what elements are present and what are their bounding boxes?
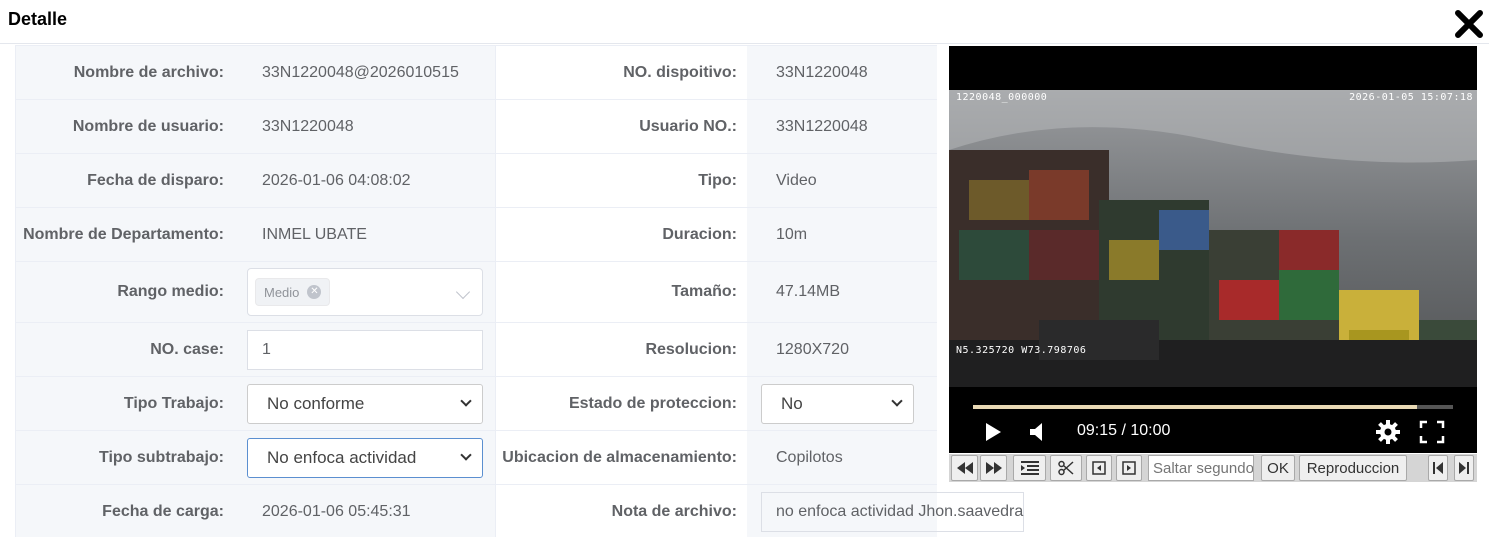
detail-row: Nombre de archivo: 33N1220048@2026010515…: [15, 46, 937, 100]
size-label: Tamaño:: [496, 262, 747, 322]
prev-frame-icon: [1092, 461, 1106, 475]
skip-end-icon: [1459, 462, 1469, 474]
user-no-label: Usuario NO.:: [496, 100, 747, 153]
media-range-tag-label: Medio: [264, 284, 300, 300]
user-name-value: 33N1220048: [234, 100, 496, 153]
dialog-header: Detalle: [0, 0, 1489, 44]
file-note-cell: no enfoca actividad Jhon.saavedra: [747, 485, 1025, 537]
chevron-down-icon: [891, 394, 903, 407]
storage-location-value: Copilotos: [747, 431, 937, 484]
work-type-label: Tipo Trabajo:: [15, 377, 234, 430]
protection-status-label: Estado de proteccion:: [496, 377, 747, 430]
department-value: INMEL UBATE: [234, 208, 496, 261]
prev-frame-button[interactable]: [1086, 455, 1112, 481]
work-type-cell: No conforme: [234, 377, 496, 430]
volume-muted-icon[interactable]: [1029, 422, 1047, 442]
trigger-date-value: 2026-01-06 04:08:02: [234, 154, 496, 207]
duration-label: Duracion:: [496, 208, 747, 261]
osd-gps: N5.325720 W73.798706: [956, 345, 1087, 356]
upload-date-value: 2026-01-06 05:45:31: [234, 485, 496, 537]
skip-start-icon: [1433, 462, 1443, 474]
tag-remove-icon[interactable]: ✕: [307, 285, 322, 299]
file-name-value: 33N1220048@2026010515: [234, 46, 496, 99]
file-name-label: Nombre de archivo:: [15, 46, 234, 99]
rewind-button[interactable]: [951, 455, 978, 481]
resolution-value: 1280X720: [747, 323, 937, 376]
media-range-cell: Medio ✕: [234, 262, 496, 322]
media-range-select[interactable]: Medio ✕: [247, 268, 483, 316]
gear-icon[interactable]: [1375, 419, 1401, 445]
play-icon[interactable]: [984, 422, 1002, 442]
list-button[interactable]: [1013, 455, 1046, 481]
next-frame-icon: [1122, 461, 1136, 475]
size-value: 47.14MB: [747, 262, 937, 322]
detail-form: Nombre de archivo: 33N1220048@2026010515…: [15, 45, 1025, 537]
work-subtype-label: Tipo subtrabajo:: [15, 431, 234, 484]
osd-timestamp: 2026-01-05 15:07:18: [1349, 92, 1473, 103]
work-type-select[interactable]: No conforme: [247, 383, 483, 424]
chevron-down-icon: [460, 394, 472, 407]
protection-status-cell: No: [747, 377, 937, 430]
detail-row: Tipo subtrabajo: No enfoca actividad Ubi…: [15, 431, 937, 485]
detail-row: Rango medio: Medio ✕ Tamaño: 47.14MB: [15, 262, 937, 323]
protection-status-selected: No: [781, 393, 803, 413]
detail-row: Fecha de carga: 2026-01-06 05:45:31 Nota…: [15, 485, 1025, 537]
case-no-label: NO. case:: [15, 323, 234, 376]
storage-location-label: Ubicacion de almacenamiento:: [496, 431, 747, 484]
player-toolbar: OK Reproduccion: [949, 454, 1477, 482]
detail-row: Nombre de Departamento: INMEL UBATE Dura…: [15, 208, 937, 262]
scissors-icon: [1058, 460, 1074, 476]
detail-row: Fecha de disparo: 2026-01-06 04:08:02 Ti…: [15, 154, 937, 208]
chevron-down-icon: [455, 284, 471, 300]
seek-seconds-input[interactable]: [1148, 455, 1254, 481]
osd-camera-id: 1220048_000000: [956, 92, 1048, 103]
media-range-tag: Medio ✕: [255, 278, 331, 306]
playback-button[interactable]: Reproduccion: [1299, 455, 1407, 481]
dialog-title: Detalle: [8, 9, 68, 29]
trigger-date-label: Fecha de disparo:: [15, 154, 234, 207]
video-frame: 1220048_000000 2026-01-05 15:07:18 N5.32…: [949, 90, 1477, 387]
resolution-label: Resolucion:: [496, 323, 747, 376]
chevron-down-icon: [460, 448, 472, 461]
upload-date-label: Fecha de carga:: [15, 485, 234, 537]
next-frame-button[interactable]: [1116, 455, 1142, 481]
list-indent-icon: [1020, 461, 1039, 475]
skip-end-button[interactable]: [1454, 455, 1474, 481]
ok-button[interactable]: OK: [1261, 455, 1295, 481]
close-icon[interactable]: [1453, 8, 1485, 40]
protection-status-select[interactable]: No: [761, 383, 914, 424]
work-subtype-select[interactable]: No enfoca actividad: [247, 437, 483, 478]
file-note-label: Nota de archivo:: [496, 485, 747, 537]
fast-forward-button[interactable]: [980, 455, 1007, 481]
work-subtype-cell: No enfoca actividad: [234, 431, 496, 484]
type-label: Tipo:: [496, 154, 747, 207]
fullscreen-icon[interactable]: [1419, 420, 1445, 444]
detail-row: Tipo Trabajo: No conforme Estado de prot…: [15, 377, 937, 431]
video-time: 09:15 / 10:00: [1077, 422, 1171, 439]
duration-value: 10m: [747, 208, 937, 261]
work-type-selected: No conforme: [267, 393, 365, 413]
video-player[interactable]: 1220048_000000 2026-01-05 15:07:18 N5.32…: [949, 46, 1477, 453]
fast-forward-icon: [985, 462, 1002, 474]
detail-row: Nombre de usuario: 33N1220048 Usuario NO…: [15, 100, 937, 154]
department-label: Nombre de Departamento:: [15, 208, 234, 261]
case-no-input[interactable]: [247, 329, 483, 370]
rewind-icon: [956, 462, 973, 474]
clip-button[interactable]: [1050, 455, 1082, 481]
media-range-label: Rango medio:: [15, 262, 234, 322]
video-scene: [949, 90, 1477, 387]
skip-start-button[interactable]: [1428, 455, 1448, 481]
detail-row: NO. case: Resolucion: 1280X720: [15, 323, 937, 377]
device-no-value: 33N1220048: [747, 46, 937, 99]
case-no-cell: [234, 323, 496, 376]
user-name-label: Nombre de usuario:: [15, 100, 234, 153]
video-progress-played: [973, 405, 1417, 409]
video-progress-bar[interactable]: [973, 405, 1453, 409]
work-subtype-selected: No enfoca actividad: [267, 447, 417, 467]
file-note-input[interactable]: no enfoca actividad Jhon.saavedra: [761, 491, 1025, 532]
type-value: Video: [747, 154, 937, 207]
user-no-value: 33N1220048: [747, 100, 937, 153]
device-no-label: NO. dispoitivo:: [496, 46, 747, 99]
